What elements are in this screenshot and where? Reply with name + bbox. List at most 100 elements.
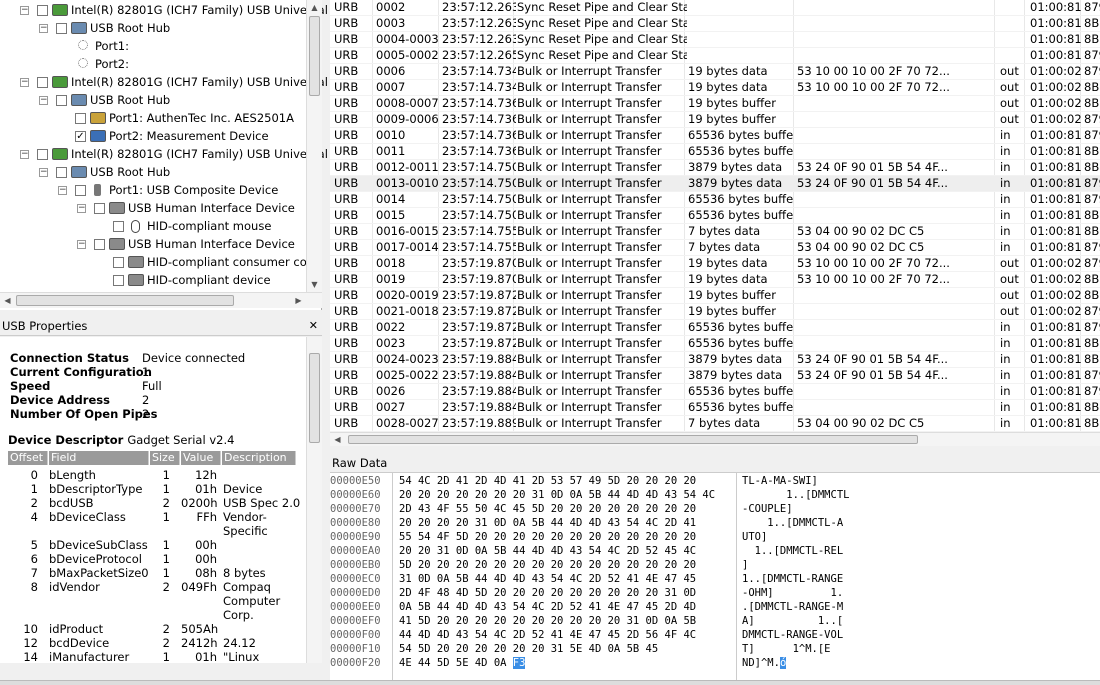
tree-node[interactable]: HID-compliant consumer cor bbox=[0, 253, 311, 271]
tree-horizontal-scrollbar[interactable]: ◀ ▶ bbox=[0, 292, 322, 308]
tree-horizontal-scroll-thumb[interactable] bbox=[16, 295, 234, 306]
ascii-text[interactable]: T] 1^M.[E bbox=[742, 643, 831, 655]
tree-node-checkbox[interactable] bbox=[75, 185, 86, 196]
tree-vertical-scroll-thumb[interactable] bbox=[309, 16, 320, 96]
ascii-text[interactable]: DMMCTL-RANGE-VOL bbox=[742, 629, 843, 641]
grid-horizontal-scrollbar[interactable]: ◀ bbox=[330, 432, 1100, 446]
hex-bytes[interactable]: 41 5D 20 20 20 20 20 20 20 20 20 20 31 0… bbox=[399, 615, 696, 627]
table-row[interactable]: URB 0026 23:57:19.884 Bulk or Interrupt Tra… bbox=[330, 384, 1100, 400]
hex-bytes[interactable]: 2D 4F 48 4D 5D 20 20 20 20 20 20 20 20 2… bbox=[399, 587, 696, 599]
grid-horizontal-scroll-thumb[interactable] bbox=[348, 435, 918, 444]
tree-node-checkbox[interactable] bbox=[94, 203, 105, 214]
tree-expand-icon[interactable]: − bbox=[77, 240, 86, 249]
tree-node-checkbox[interactable] bbox=[37, 5, 48, 16]
tree-node-checkbox[interactable]: ✓ bbox=[75, 131, 86, 142]
hex-bytes[interactable]: 5D 20 20 20 20 20 20 20 20 20 20 20 20 2… bbox=[399, 559, 696, 571]
tree-node[interactable]: Port1: bbox=[0, 37, 305, 55]
close-icon[interactable]: ✕ bbox=[309, 316, 318, 336]
props-vertical-scroll-thumb[interactable] bbox=[309, 353, 320, 443]
scroll-left-arrow-icon[interactable]: ◀ bbox=[330, 432, 345, 447]
table-row[interactable]: URB 0028-0027 23:57:19.889 Bulk or Interrup… bbox=[330, 416, 1100, 432]
tree-expand-icon[interactable]: − bbox=[39, 168, 48, 177]
selected-ascii-char[interactable]: ó bbox=[779, 657, 787, 669]
hex-bytes[interactable]: 55 54 4F 5D 20 20 20 20 20 20 20 20 20 2… bbox=[399, 531, 696, 543]
descriptor-column-header[interactable]: Size bbox=[150, 451, 180, 465]
tree-expand-icon[interactable]: − bbox=[20, 150, 29, 159]
tree-node-checkbox[interactable] bbox=[113, 257, 124, 268]
tree-node[interactable]: ✓ Port2: Measurement Device bbox=[0, 127, 305, 145]
table-row[interactable]: URB 0006 23:57:14.734 Bulk or Interrupt Tra… bbox=[330, 64, 1100, 80]
hex-bytes[interactable]: 54 5D 20 20 20 20 20 20 31 5E 4D 0A 5B 4… bbox=[399, 643, 658, 655]
table-row[interactable]: URB 0023 23:57:19.872 Bulk or Interrupt Tra… bbox=[330, 336, 1100, 352]
scroll-left-arrow-icon[interactable]: ◀ bbox=[0, 293, 15, 308]
raw-data-hex-view[interactable]: 00000E50 54 4C 2D 41 2D 4D 41 2D 53 57 49… bbox=[330, 473, 1100, 680]
table-row[interactable]: URB 0027 23:57:19.884 Bulk or Interrupt Tra… bbox=[330, 400, 1100, 416]
hex-bytes[interactable]: 54 4C 2D 41 2D 4D 41 2D 53 57 49 5D 20 2… bbox=[399, 475, 696, 487]
tree-expand-icon[interactable]: − bbox=[20, 78, 29, 87]
table-row[interactable]: URB 0014 23:57:14.750 Bulk or Interrupt Tra… bbox=[330, 192, 1100, 208]
tree-node[interactable]: − USB Human Interface Device bbox=[0, 199, 305, 217]
table-row[interactable]: URB 0005-0002 23:57:12.265 Sync Reset Pipe … bbox=[330, 48, 1100, 64]
ascii-text[interactable]: 1..[DMMCTL-REL bbox=[742, 545, 844, 557]
props-vertical-scrollbar[interactable] bbox=[306, 337, 322, 663]
tree-node-checkbox[interactable] bbox=[56, 95, 67, 106]
tree-node[interactable]: − Port1: USB Composite Device bbox=[0, 181, 305, 199]
tree-node[interactable]: − USB Root Hub bbox=[0, 163, 305, 181]
hex-bytes[interactable]: 20 20 20 20 31 0D 0A 5B 44 4D 4D 43 54 4… bbox=[399, 517, 696, 529]
ascii-text[interactable]: ] bbox=[742, 559, 748, 571]
tree-node-checkbox[interactable] bbox=[75, 113, 86, 124]
table-row[interactable]: URB 0022 23:57:19.872 Bulk or Interrupt Tra… bbox=[330, 320, 1100, 336]
scroll-right-arrow-icon[interactable]: ▶ bbox=[291, 293, 306, 308]
hex-bytes[interactable]: 31 0D 0A 5B 44 4D 4D 43 54 4C 2D 52 41 4… bbox=[399, 573, 696, 585]
tree-node-checkbox[interactable] bbox=[113, 221, 124, 232]
scroll-up-arrow-icon[interactable]: ▲ bbox=[307, 0, 322, 15]
table-row[interactable]: URB 0003 23:57:12.263 Sync Reset Pipe and C… bbox=[330, 16, 1100, 32]
table-row[interactable]: URB 0018 23:57:19.870 Bulk or Interrupt Tra… bbox=[330, 256, 1100, 272]
tree-expand-icon[interactable]: − bbox=[20, 6, 29, 15]
ascii-text[interactable]: -COUPLE] bbox=[742, 503, 793, 515]
hex-bytes[interactable]: 20 20 31 0D 0A 5B 44 4D 4D 43 54 4C 2D 5… bbox=[399, 545, 696, 557]
table-row[interactable]: URB 0015 23:57:14.750 Bulk or Interrupt Tra… bbox=[330, 208, 1100, 224]
selected-hex-byte[interactable]: F3 bbox=[512, 657, 526, 669]
ascii-text[interactable]: TL-A-MA-SWI] bbox=[742, 475, 818, 487]
table-row[interactable]: URB 0016-0015 23:57:14.755 Bulk or Interrup… bbox=[330, 224, 1100, 240]
table-row[interactable]: URB 0007 23:57:14.734 Bulk or Interrupt Tra… bbox=[330, 80, 1100, 96]
descriptor-column-header[interactable]: Description bbox=[222, 451, 296, 465]
ascii-text[interactable]: 1..[DMMCTL-A bbox=[742, 517, 843, 529]
urb-log-grid[interactable]: URB 0002 23:57:12.263 Sync Reset Pipe and C… bbox=[330, 0, 1100, 432]
table-row[interactable]: URB 0017-0014 23:57:14.755 Bulk or Interrup… bbox=[330, 240, 1100, 256]
tree-expand-icon[interactable]: − bbox=[39, 24, 48, 33]
hex-bytes[interactable]: 2D 43 4F 55 50 4C 45 5D 20 20 20 20 20 2… bbox=[399, 503, 696, 515]
ascii-text[interactable]: UTO] bbox=[742, 531, 767, 543]
table-row[interactable]: URB 0009-0006 23:57:14.736 Bulk or Interrup… bbox=[330, 112, 1100, 128]
scroll-down-arrow-icon[interactable]: ▼ bbox=[307, 277, 322, 292]
tree-node[interactable]: − USB Human Interface Device bbox=[0, 235, 305, 253]
hex-bytes[interactable]: 44 4D 4D 43 54 4C 2D 52 41 4E 47 45 2D 5… bbox=[399, 629, 696, 641]
tree-node[interactable]: Port2: bbox=[0, 55, 305, 73]
tree-node[interactable]: HID-compliant mouse bbox=[0, 217, 305, 235]
table-row[interactable]: URB 0010 23:57:14.736 Bulk or Interrupt Tra… bbox=[330, 128, 1100, 144]
ascii-text[interactable]: 1..[DMMCTL-RANGE bbox=[742, 573, 843, 585]
tree-expand-icon[interactable]: − bbox=[58, 186, 67, 195]
descriptor-column-header[interactable]: Field bbox=[49, 451, 149, 465]
tree-expand-icon[interactable]: − bbox=[77, 204, 86, 213]
tree-node[interactable]: − USB Root Hub bbox=[0, 19, 305, 37]
tree-node-checkbox[interactable] bbox=[37, 149, 48, 160]
tree-node[interactable]: HID-compliant device bbox=[0, 271, 305, 289]
tree-vertical-scrollbar[interactable]: ▲ ▼ bbox=[306, 0, 322, 292]
tree-node[interactable]: Port1: AuthenTec Inc. AES2501A bbox=[0, 109, 305, 127]
tree-node[interactable]: − Intel(R) 82801G (ICH7 Family) USB Unive… bbox=[0, 1, 328, 19]
table-row[interactable]: URB 0011 23:57:14.736 Bulk or Interrupt Tra… bbox=[330, 144, 1100, 160]
table-row[interactable]: URB 0012-0011 23:57:14.750 Bulk or Interrup… bbox=[330, 160, 1100, 176]
tree-node[interactable]: − Intel(R) 82801G (ICH7 Family) USB Unive… bbox=[0, 73, 328, 91]
ascii-text[interactable]: ND]^M.ó bbox=[742, 657, 787, 669]
table-row[interactable]: URB 0002 23:57:12.263 Sync Reset Pipe and C… bbox=[330, 0, 1100, 16]
hex-bytes[interactable]: 4E 44 5D 5E 4D 0A F3 bbox=[399, 657, 526, 669]
tree-node-checkbox[interactable] bbox=[113, 275, 124, 286]
table-row[interactable]: URB 0019 23:57:19.870 Bulk or Interrupt Tra… bbox=[330, 272, 1100, 288]
table-row[interactable]: URB 0004-0003 23:57:12.263 Sync Reset Pipe … bbox=[330, 32, 1100, 48]
ascii-text[interactable]: 1..[DMMCTL bbox=[742, 489, 849, 501]
table-row[interactable]: URB 0024-0023 23:57:19.884 Bulk or Interrup… bbox=[330, 352, 1100, 368]
table-row[interactable]: URB 0013-0010 23:57:14.750 Bulk or Interrup… bbox=[330, 176, 1100, 192]
tree-expand-icon[interactable]: − bbox=[39, 96, 48, 105]
